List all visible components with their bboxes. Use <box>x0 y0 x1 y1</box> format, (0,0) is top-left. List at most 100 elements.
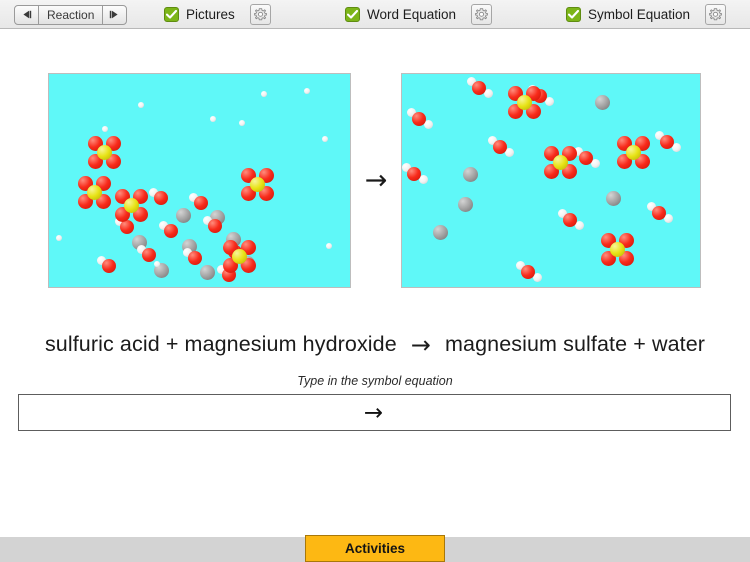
reaction-stepper: Reaction <box>14 0 128 29</box>
hydroxide-group[interactable] <box>216 264 236 282</box>
oxygen-atom <box>412 112 426 126</box>
magnesium-atom <box>457 196 473 212</box>
oxygen-atom <box>120 220 134 234</box>
hydroxide-group[interactable] <box>136 244 156 262</box>
hydroxide-group[interactable] <box>182 247 202 265</box>
magnesium-atom[interactable] <box>594 94 610 110</box>
hydroxide-group[interactable] <box>202 215 222 233</box>
word-equation-toggle-group: Word Equation <box>345 0 493 29</box>
word-equation: sulfuric acid + magnesium hydroxide → ma… <box>0 326 750 362</box>
water-molecule[interactable] <box>487 135 514 157</box>
pictures-settings-button[interactable] <box>249 4 271 25</box>
step-forward-icon <box>110 10 118 19</box>
hydroxide-group[interactable] <box>158 220 178 238</box>
water-molecule[interactable] <box>654 130 681 152</box>
water-molecule[interactable] <box>466 76 493 98</box>
sulfate-ion[interactable] <box>222 239 256 273</box>
oxygen-atom <box>652 206 666 220</box>
products-panel[interactable] <box>401 73 701 288</box>
top-toolbar: Reaction Pictures Word Equation Symbol E… <box>0 0 750 29</box>
oxygen-atom <box>208 219 222 233</box>
symbol-equation-arrow: → <box>363 399 384 426</box>
word-equation-label: Word Equation <box>367 7 457 22</box>
water-molecule[interactable] <box>515 260 542 282</box>
symbol-equation-hint: Type in the symbol equation <box>297 374 453 388</box>
magnesium-atom[interactable] <box>462 166 478 182</box>
next-reaction-button[interactable] <box>102 4 128 25</box>
reaction-label[interactable]: Reaction <box>39 4 103 25</box>
word-equation-settings-button[interactable] <box>471 4 493 25</box>
hydroxide-group[interactable] <box>148 187 168 205</box>
magnesium-atom[interactable] <box>175 207 191 223</box>
oxygen-atom <box>194 196 208 210</box>
hydroxide-group[interactable] <box>96 255 116 273</box>
sulfate-ion[interactable] <box>240 167 274 201</box>
sulfate-ion[interactable] <box>507 85 541 119</box>
sulfate-ion[interactable] <box>114 188 148 222</box>
magnesium-atom[interactable] <box>605 190 621 206</box>
sulfate-ion[interactable] <box>77 175 111 209</box>
oxygen-atom <box>102 259 116 273</box>
magnesium-atom <box>199 264 215 280</box>
hydrogen-ion[interactable] <box>56 235 62 241</box>
symbol-equation-input[interactable]: → <box>18 394 731 431</box>
hydrogen-ion[interactable] <box>138 102 144 108</box>
hydrogen-ion[interactable] <box>322 136 328 142</box>
magnesium-atom <box>175 207 191 223</box>
symbol-equation-toggle-group: Symbol Equation <box>566 0 727 29</box>
sulfate-ion[interactable] <box>543 145 577 179</box>
water-molecule[interactable] <box>402 162 428 184</box>
magnesium-atom[interactable] <box>432 224 448 240</box>
word-equation-checkbox[interactable] <box>345 7 360 22</box>
water-molecule[interactable] <box>406 107 433 129</box>
hydrogen-atom <box>304 88 310 94</box>
sulfur-atom <box>96 144 112 160</box>
hydrogen-atom <box>261 91 267 97</box>
sulfur-atom <box>123 197 139 213</box>
magnesium-atom[interactable] <box>199 264 215 280</box>
hydroxide-group[interactable] <box>188 192 208 210</box>
oxygen-atom <box>164 224 178 238</box>
word-equation-arrow: → <box>410 331 432 359</box>
oxygen-atom <box>154 191 168 205</box>
hydrogen-atom <box>56 235 62 241</box>
hydrogen-ion[interactable] <box>261 91 267 97</box>
gear-icon <box>709 8 723 21</box>
sulfur-atom <box>249 176 265 192</box>
checkmark-icon <box>568 10 579 19</box>
sulfur-atom <box>552 154 568 170</box>
sulfur-atom <box>86 184 102 200</box>
magnesium-atom[interactable] <box>131 234 147 250</box>
water-molecule[interactable] <box>646 201 673 223</box>
symbol-equation-checkbox[interactable] <box>566 7 581 22</box>
previous-reaction-button[interactable] <box>14 4 39 25</box>
symbol-equation-settings-button[interactable] <box>705 4 727 25</box>
oxygen-atom <box>660 135 674 149</box>
hydrogen-atom <box>154 261 160 267</box>
magnesium-atom[interactable] <box>209 209 225 225</box>
sulfate-ion[interactable] <box>87 135 121 169</box>
hydrogen-ion[interactable] <box>304 88 310 94</box>
oxygen-atom <box>579 151 593 165</box>
hydrogen-ion[interactable] <box>326 243 332 249</box>
reactants-panel[interactable] <box>48 73 351 288</box>
sulfate-ion[interactable] <box>600 232 634 266</box>
magnesium-atom[interactable] <box>181 238 197 254</box>
magnesium-atom[interactable] <box>153 262 169 278</box>
sulfate-ion[interactable] <box>616 135 650 169</box>
water-molecule[interactable] <box>573 146 600 168</box>
hydrogen-ion[interactable] <box>210 116 216 122</box>
hydroxide-group[interactable] <box>114 216 134 234</box>
magnesium-atom <box>605 190 621 206</box>
hydrogen-ion[interactable] <box>239 120 245 126</box>
hydrogen-ion[interactable] <box>154 261 160 267</box>
activities-button[interactable]: Activities <box>305 535 445 562</box>
step-back-icon <box>23 10 32 19</box>
magnesium-atom[interactable] <box>457 196 473 212</box>
checkmark-icon <box>166 10 177 19</box>
hydrogen-atom <box>102 126 108 132</box>
pictures-checkbox[interactable] <box>164 7 179 22</box>
water-molecule[interactable] <box>557 208 584 230</box>
hydrogen-ion[interactable] <box>102 126 108 132</box>
oxygen-atom <box>521 265 535 279</box>
